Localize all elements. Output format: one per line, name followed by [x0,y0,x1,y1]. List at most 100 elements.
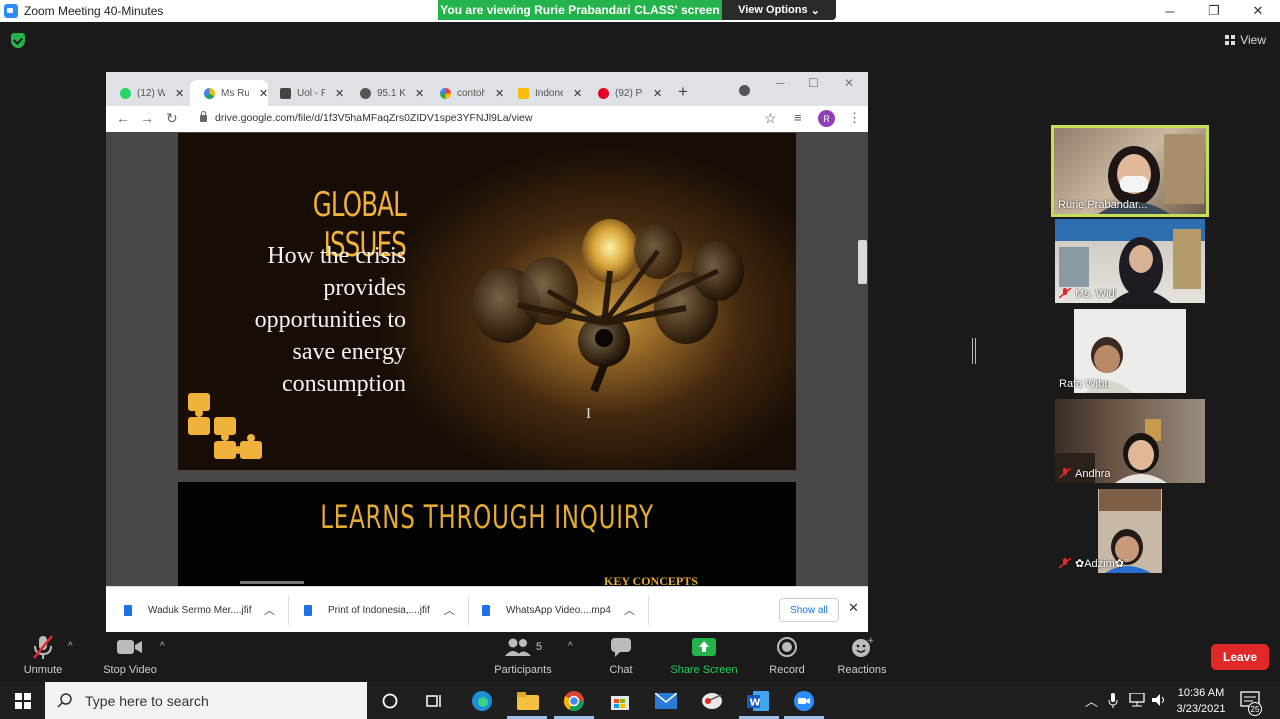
store-icon[interactable] [607,688,633,714]
participant-name: Ms. Widi [1075,288,1118,300]
browser-maximize-icon[interactable]: ☐ [808,76,819,90]
tab-close-icon[interactable]: ✕ [653,87,662,100]
reading-list-icon[interactable]: ≡ [794,110,802,125]
tab-search-icon[interactable] [739,85,750,96]
volume-icon[interactable] [1151,693,1167,707]
slide2-title: LEARNS THROUGH INQUIRY [320,498,654,536]
download-item[interactable]: WhatsApp Video....mp4 [482,587,611,632]
slide-global-issues: GLOBAL ISSUES How the crisis provides op… [178,133,796,470]
tab-close-icon[interactable]: ✕ [175,87,184,100]
download-item[interactable]: Print of Indonesia,....jfif [304,587,430,632]
participants-options-chevron-icon[interactable]: ^ [568,641,573,652]
svg-text:W: W [750,698,761,709]
task-view-icon[interactable] [421,688,447,714]
file-explorer-icon[interactable] [515,688,541,714]
slide-subtitle: How the crisis provides opportunities to… [254,243,406,397]
bookmark-star-icon[interactable]: ☆ [764,110,777,127]
browser-minimize-icon[interactable]: ─ [776,76,785,90]
chevron-up-icon[interactable]: ︿ [264,602,275,618]
video-options-chevron-icon[interactable]: ^ [160,641,165,652]
notification-count-badge: 25 [1248,702,1262,716]
browser-tab[interactable]: Uol - P ✕ [266,80,344,106]
video-camera-icon [117,634,143,660]
google-drive-icon [204,87,215,99]
chat-button[interactable]: Chat [581,634,661,676]
record-button[interactable]: Record [747,634,827,676]
profile-avatar[interactable]: R [818,110,835,127]
participant-tile[interactable]: Rafa Wibu [1055,309,1205,393]
microphone-tray-icon[interactable] [1108,693,1118,709]
show-all-button[interactable]: Show all [779,598,839,622]
slide2-partial-text [240,581,304,584]
browser-menu-icon[interactable]: ⋮ [848,110,861,126]
security-shield-icon[interactable] [11,33,25,48]
share-screen-icon [692,634,716,660]
browser-close-icon[interactable]: ✕ [844,76,854,90]
reactions-button[interactable]: + Reactions [822,634,902,676]
zoom-taskbar-icon[interactable] [791,688,817,714]
browser-tab[interactable]: 95.1 K ✕ [346,80,424,106]
tab-close-icon[interactable]: ✕ [415,87,424,100]
browser-tab[interactable]: Indone ✕ [504,80,582,106]
restore-icon[interactable]: ❐ [1192,0,1236,22]
cortana-icon[interactable] [377,688,403,714]
edge-browser-icon[interactable] [469,688,495,714]
reload-icon[interactable]: ↻ [166,110,178,127]
word-icon[interactable]: W [745,688,771,714]
chrome-icon[interactable] [561,688,587,714]
windows-start-button[interactable] [0,682,45,719]
downloads-bar: Waduk Sermo Mer....jfif ︿ Print of Indon… [106,586,868,632]
zoom-app-icon [4,4,18,18]
muted-mic-icon [1059,468,1071,478]
chevron-up-icon[interactable]: ︿ [624,602,635,618]
tab-close-icon[interactable]: ✕ [335,87,344,100]
windows-taskbar: Type here to search W ︿ 10:36 AM 3/23/20… [0,682,1280,719]
divider [288,595,289,625]
divider [468,595,469,625]
back-icon[interactable]: ← [116,110,130,126]
pinterest-icon [598,87,609,99]
participant-name: Rurie Prabandar... [1058,199,1148,211]
participant-tile[interactable]: Ms. Widi [1055,219,1205,303]
muted-mic-icon [31,634,55,660]
gallery-resize-handle[interactable] [972,338,976,364]
lock-icon[interactable] [200,111,207,122]
participants-count: 5 [535,641,543,653]
taskbar-clock[interactable]: 10:36 AM 3/23/2021 [1172,685,1230,717]
audio-options-chevron-icon[interactable]: ^ [68,641,73,652]
show-hidden-icons-icon[interactable]: ︿ [1085,682,1098,719]
leave-meeting-button[interactable]: Leave [1211,644,1269,670]
taskbar-search-box[interactable]: Type here to search [45,682,367,719]
participant-tile[interactable]: ✿Adzim✿° [1055,489,1205,573]
minimize-icon[interactable]: ─ [1148,0,1192,22]
stop-video-button[interactable]: Stop Video [90,634,170,676]
browser-tab[interactable]: (92) Pi ✕ [584,80,662,106]
participant-tile[interactable]: Andhra [1055,399,1205,483]
mail-icon[interactable] [653,688,679,714]
participant-tile-speaker[interactable]: Rurie Prabandar... [1051,125,1209,217]
tab-favicon-icon [120,87,131,99]
tab-favicon-icon [518,87,529,99]
share-screen-button[interactable]: Share Screen [664,634,744,676]
chevron-up-icon[interactable]: ︿ [444,602,455,618]
participant-name: Rafa Wibu [1059,378,1111,390]
download-item[interactable]: Waduk Sermo Mer....jfif [124,587,252,632]
muted-mic-icon [1059,288,1071,298]
viewer-scrollbar[interactable] [858,240,867,284]
browser-tab[interactable]: contoh ✕ [426,80,504,106]
browser-tab[interactable]: (12) W ✕ [106,80,184,106]
snip-tool-icon[interactable] [699,688,725,714]
downloads-close-icon[interactable]: ✕ [848,600,859,616]
view-options-button[interactable]: View Options ⌄ [722,0,836,20]
view-button[interactable]: View [1225,33,1266,47]
tab-close-icon[interactable]: ✕ [573,87,582,100]
address-bar[interactable]: drive.google.com/file/d/1f3V5haMFaqZrs0Z… [215,112,532,124]
tab-close-icon[interactable]: ✕ [495,87,504,100]
forward-icon[interactable]: → [140,110,154,126]
browser-toolbar: ← → ↻ drive.google.com/file/d/1f3V5haMFa… [106,106,868,132]
network-icon[interactable] [1128,693,1146,707]
close-icon[interactable]: ✕ [1236,0,1280,22]
participants-button[interactable]: 5 Participants [483,634,563,676]
browser-tab-active[interactable]: Ms Ru ✕ [190,80,269,106]
new-tab-icon[interactable]: + [678,82,688,102]
